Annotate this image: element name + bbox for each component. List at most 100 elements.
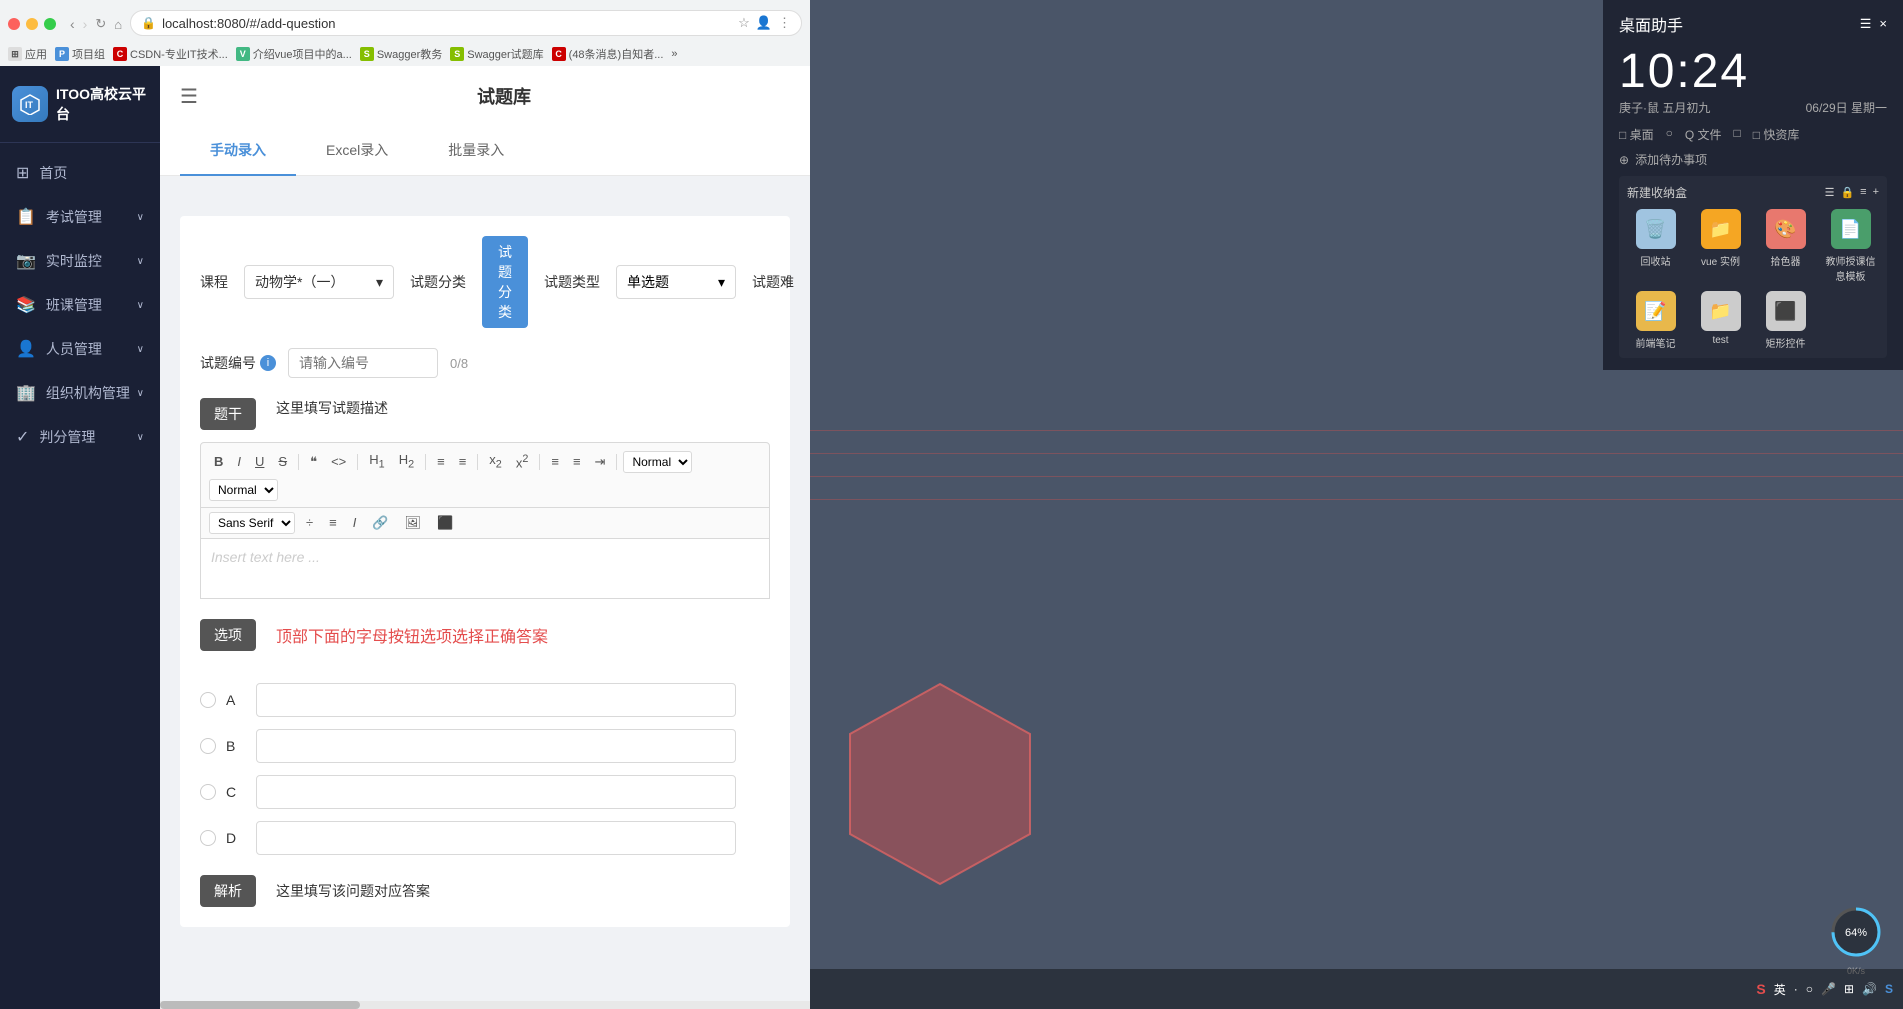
- italic-btn[interactable]: I: [232, 451, 246, 473]
- question-num-count: 0/8: [450, 356, 468, 371]
- align-center-btn[interactable]: ≡: [324, 512, 342, 534]
- type-label: 试题类型: [544, 272, 600, 292]
- folder-recycle[interactable]: 🗑️ 回收站: [1627, 209, 1684, 283]
- sidebar-item-home[interactable]: ⊞ 首页: [0, 151, 160, 195]
- superscript-btn[interactable]: x2: [511, 450, 534, 475]
- folder-test[interactable]: 📁 test: [1692, 291, 1749, 350]
- taskbar-mic-icon[interactable]: 🎤: [1821, 982, 1836, 996]
- sidebar-item-grade[interactable]: ✓ 判分管理 ∨: [0, 415, 160, 459]
- sidebar-item-exam[interactable]: 📋 考试管理 ∨: [0, 195, 160, 239]
- indent-btn[interactable]: ⇥: [590, 451, 611, 473]
- tab-batch[interactable]: 批量录入: [418, 126, 534, 176]
- bookmark-swagger[interactable]: S Swagger教务: [360, 46, 442, 62]
- folder-widget[interactable]: ⬛ 矩形控件: [1757, 291, 1814, 350]
- horizontal-scrollbar[interactable]: [160, 1001, 810, 1009]
- tab-excel[interactable]: Excel录入: [296, 126, 418, 176]
- grade-arrow-icon: ∨: [137, 432, 144, 443]
- menu-toggle-icon[interactable]: ☰: [180, 84, 198, 109]
- taskbar-net-icon[interactable]: ⊞: [1844, 982, 1854, 996]
- refresh-btn[interactable]: ↻: [95, 16, 106, 32]
- swagger2-favicon: S: [450, 47, 464, 61]
- quote-btn[interactable]: ❝: [305, 451, 322, 473]
- desktop-action[interactable]: □ 桌面: [1619, 126, 1654, 143]
- h1-btn[interactable]: H1: [364, 449, 389, 475]
- analysis-btn[interactable]: 解析: [200, 875, 256, 907]
- folder-template[interactable]: 📄 教师授课信息模板: [1822, 209, 1879, 283]
- stem-row: 题干 这里填写试题描述: [200, 398, 770, 430]
- forward-btn[interactable]: ›: [83, 16, 88, 32]
- code-btn[interactable]: <>: [326, 451, 351, 473]
- clock-close-icon[interactable]: ×: [1879, 16, 1887, 32]
- unordered-list-btn[interactable]: ≡: [454, 451, 472, 473]
- sidebar-item-monitor[interactable]: 📷 实时监控 ∨: [0, 239, 160, 283]
- type-select[interactable]: 单选题 ▾: [616, 265, 736, 299]
- bookmark-project[interactable]: P 项目组: [55, 46, 105, 62]
- bookmark-swagger2[interactable]: S Swagger试题库: [450, 46, 543, 62]
- bookmark-msg[interactable]: C (48条消息)自知者...: [552, 46, 664, 62]
- add-todo[interactable]: ⊕ 添加待办事项: [1619, 151, 1887, 168]
- underline-btn[interactable]: U: [250, 451, 269, 473]
- folder-add-icon[interactable]: +: [1873, 186, 1879, 199]
- quick-resource-action[interactable]: □ 快资库: [1753, 126, 1800, 143]
- course-select[interactable]: 动物学*（一） ▾: [244, 265, 394, 299]
- option-radio-d[interactable]: [200, 830, 216, 846]
- table-btn[interactable]: ⬛: [432, 512, 458, 534]
- square-action[interactable]: □: [1734, 126, 1741, 143]
- editor-body[interactable]: Insert text here ...: [200, 539, 770, 599]
- h2-btn[interactable]: H2: [394, 449, 419, 475]
- sidebar-item-org[interactable]: 🏢 组织机构管理 ∨: [0, 371, 160, 415]
- font-size-btn[interactable]: ÷: [301, 512, 318, 534]
- clock-menu-icon[interactable]: ☰: [1860, 16, 1872, 32]
- back-btn[interactable]: ‹: [70, 16, 75, 32]
- folder-colorpicker[interactable]: 🎨 拾色器: [1757, 209, 1814, 283]
- sidebar-item-class[interactable]: 📚 班课管理 ∨: [0, 283, 160, 327]
- svg-text:IT: IT: [25, 100, 34, 110]
- folder-lock-icon[interactable]: 🔒: [1840, 186, 1854, 199]
- question-num-input[interactable]: [288, 348, 438, 378]
- scrollbar-thumb[interactable]: [160, 1001, 360, 1009]
- tab-manual[interactable]: 手动录入: [180, 126, 296, 176]
- option-radio-a[interactable]: [200, 692, 216, 708]
- exam-arrow-icon: ∨: [137, 212, 144, 223]
- option-radio-b[interactable]: [200, 738, 216, 754]
- subscript-btn[interactable]: x2: [484, 449, 507, 475]
- category-btn[interactable]: 试题分类: [482, 236, 528, 328]
- bookmark-vue[interactable]: V 介绍vue项目中的a...: [236, 46, 352, 62]
- bookmark-apps[interactable]: ⊞ 应用: [8, 46, 47, 62]
- align-right-btn[interactable]: ≡: [568, 451, 586, 473]
- home-btn[interactable]: ⌂: [114, 17, 122, 32]
- folder-notes[interactable]: 📝 前端笔记: [1627, 291, 1684, 350]
- taskbar-circle-icon[interactable]: ○: [1806, 982, 1813, 996]
- folder-list-icon[interactable]: ☰: [1825, 186, 1835, 199]
- grade-icon: ✓: [16, 427, 29, 447]
- url-bar[interactable]: 🔒 localhost:8080/#/add-question ☆ 👤 ⋮: [130, 10, 802, 36]
- ordered-list-btn[interactable]: ≡: [432, 451, 450, 473]
- font-select[interactable]: Normal: [209, 479, 278, 501]
- link-btn[interactable]: 🔗: [367, 512, 393, 534]
- bookmark-csdn[interactable]: C CSDN-专业IT技术...: [113, 46, 228, 62]
- stem-btn[interactable]: 题干: [200, 398, 256, 430]
- sidebar-item-people[interactable]: 👤 人员管理 ∨: [0, 327, 160, 371]
- image-btn[interactable]: 🖼: [400, 512, 427, 534]
- font-family-select[interactable]: Sans Serif: [209, 512, 295, 534]
- option-input-d[interactable]: [256, 821, 736, 855]
- option-radio-c[interactable]: [200, 784, 216, 800]
- italic2-btn[interactable]: I: [348, 512, 362, 534]
- strikethrough-btn[interactable]: S: [273, 451, 292, 473]
- taskbar-sound-icon[interactable]: 🔊: [1862, 982, 1877, 996]
- folder-vue[interactable]: 📁 vue 实例: [1692, 209, 1749, 283]
- taskbar-eng-icon[interactable]: 英: [1774, 981, 1786, 998]
- file-action[interactable]: Q 文件: [1685, 126, 1722, 143]
- folder-grid-icon[interactable]: ≡: [1860, 186, 1866, 199]
- bookmarks-bar: ⊞ 应用 P 项目组 C CSDN-专业IT技术... V 介绍vue项目中的a…: [8, 46, 802, 66]
- circle-action[interactable]: ○: [1666, 126, 1673, 143]
- option-row-d: D: [200, 821, 770, 855]
- bold-btn[interactable]: B: [209, 451, 228, 473]
- bookmark-more[interactable]: »: [671, 46, 677, 62]
- option-input-b[interactable]: [256, 729, 736, 763]
- option-input-c[interactable]: [256, 775, 736, 809]
- options-btn[interactable]: 选项: [200, 619, 256, 651]
- align-left-btn[interactable]: ≡: [546, 451, 564, 473]
- option-input-a[interactable]: [256, 683, 736, 717]
- heading-select[interactable]: Normal: [623, 451, 692, 473]
